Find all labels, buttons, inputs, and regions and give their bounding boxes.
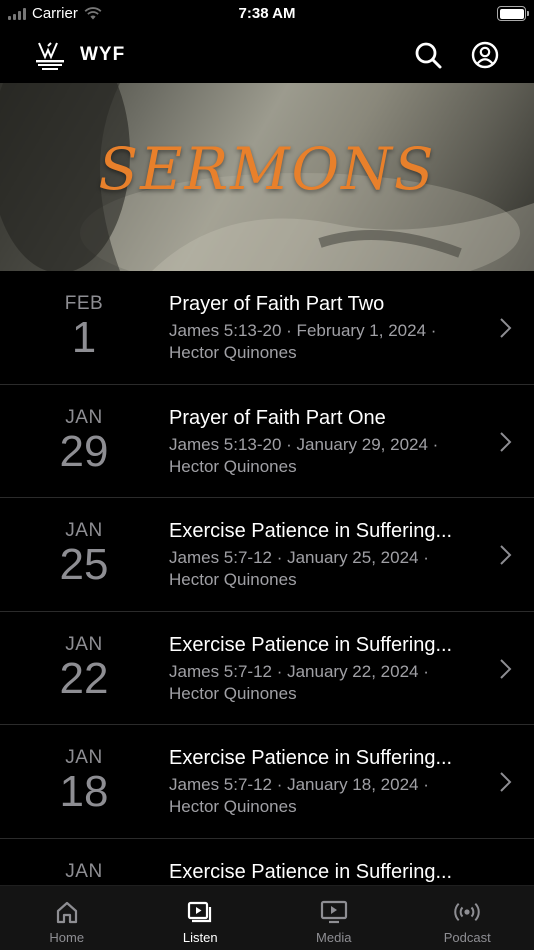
sermon-row[interactable]: JAN 18 Exercise Patience in Suffering...… <box>0 725 534 839</box>
chevron-right-icon <box>500 431 512 452</box>
sermon-day: 22 <box>59 653 109 703</box>
sermon-day: 1 <box>71 313 97 362</box>
listen-icon <box>188 901 212 923</box>
tab-label-listen: Listen <box>182 930 218 945</box>
sermon-row[interactable]: JAN 25 Exercise Patience in Suffering...… <box>0 498 534 612</box>
home-icon <box>56 901 77 924</box>
search-icon[interactable] <box>413 40 443 70</box>
sermon-info: Exercise Patience in Suffering... James … <box>169 520 479 591</box>
sermon-info: Exercise Patience in Suffering... James … <box>169 747 479 818</box>
sermon-date: JAN 22 <box>24 634 144 704</box>
sermon-passage-date: James 5:7-12 · January 22, 2024 · <box>169 661 429 681</box>
sermon-passage-date: James 5:13-20 · January 29, 2024 · <box>169 434 439 454</box>
sermon-date: JAN 25 <box>24 520 144 590</box>
sermon-speaker: Hector Quinones <box>169 683 297 703</box>
sermon-info: Exercise Patience in Suffering... <box>169 861 479 885</box>
sermon-month: JAN <box>65 860 103 882</box>
sermon-list: FEB 1 Prayer of Faith Part Two James 5:1… <box>0 271 534 885</box>
sermon-month: JAN <box>65 406 103 428</box>
profile-icon[interactable] <box>470 40 500 70</box>
sermon-month: JAN <box>65 747 103 769</box>
battery-icon <box>497 6 529 21</box>
tab-media[interactable]: Media <box>267 886 401 950</box>
sermon-title: Exercise Patience in Suffering... <box>169 633 453 656</box>
sermon-info: Prayer of Faith Part One James 5:13-20 ·… <box>169 407 479 478</box>
chevron-right-icon <box>500 772 512 793</box>
sermon-day: 29 <box>59 426 109 476</box>
chevron-right-icon <box>500 659 512 679</box>
sermon-speaker: Hector Quinones <box>169 456 297 476</box>
sermon-info: Exercise Patience in Suffering... James … <box>169 634 479 705</box>
sermon-date: JAN 29 <box>24 407 144 477</box>
sermon-month: JAN <box>65 520 103 542</box>
sermon-month: FEB <box>64 293 104 314</box>
tab-label-media: Media <box>316 930 352 945</box>
status-time: 7:38 AM <box>238 5 296 22</box>
tab-bar: Home Listen Media Podcast <box>0 885 534 950</box>
sermon-passage-date: James 5:7-12 · January 18, 2024 · <box>169 775 429 795</box>
sermon-row[interactable]: JAN Exercise Patience in Suffering... <box>0 839 534 885</box>
sermon-row[interactable]: JAN 29 Prayer of Faith Part One James 5:… <box>0 385 534 499</box>
sermon-day: 18 <box>59 767 109 817</box>
tab-label-home: Home <box>49 930 85 945</box>
sermon-speaker: Hector Quinones <box>169 570 297 590</box>
sermon-date: JAN <box>24 860 144 882</box>
sermon-row[interactable]: JAN 22 Exercise Patience in Suffering...… <box>0 612 534 726</box>
chevron-right-icon <box>500 318 512 338</box>
tab-home[interactable]: Home <box>0 886 134 950</box>
podcast-icon <box>454 902 480 922</box>
sermon-date: FEB 1 <box>24 293 144 363</box>
status-bar: Carrier 7:38 AM <box>0 0 534 30</box>
nav-bar: WYF <box>0 30 534 83</box>
sermons-banner: SERMONS <box>0 83 534 271</box>
tab-podcast[interactable]: Podcast <box>401 886 534 950</box>
sermon-title: Prayer of Faith Part One <box>169 406 386 429</box>
sermon-info: Prayer of Faith Part Two James 5:13-20 ·… <box>169 293 479 364</box>
sermon-row[interactable]: FEB 1 Prayer of Faith Part Two James 5:1… <box>0 271 534 385</box>
brand-title: WYF <box>80 44 126 65</box>
sermon-month: JAN <box>65 633 103 655</box>
sermon-passage-date: James 5:13-20 · February 1, 2024 · <box>169 321 437 340</box>
wyf-logo[interactable] <box>34 40 66 72</box>
sermon-day: 25 <box>59 540 109 590</box>
media-icon <box>320 900 347 924</box>
sermon-title: Exercise Patience in Suffering... <box>169 520 453 543</box>
sermon-date: JAN 18 <box>24 747 144 817</box>
sermon-speaker: Hector Quinones <box>169 343 297 362</box>
tab-label-podcast: Podcast <box>443 930 491 945</box>
sermon-passage-date: James 5:7-12 · January 25, 2024 · <box>169 548 429 568</box>
chevron-right-icon <box>500 545 512 565</box>
sermon-title: Prayer of Faith Part Two <box>169 293 385 315</box>
sermon-title: Exercise Patience in Suffering... <box>169 747 453 770</box>
sermon-speaker: Hector Quinones <box>169 797 297 817</box>
tab-listen[interactable]: Listen <box>134 886 268 950</box>
banner-title: SERMONS <box>98 135 436 203</box>
sermon-title: Exercise Patience in Suffering... <box>169 860 453 883</box>
